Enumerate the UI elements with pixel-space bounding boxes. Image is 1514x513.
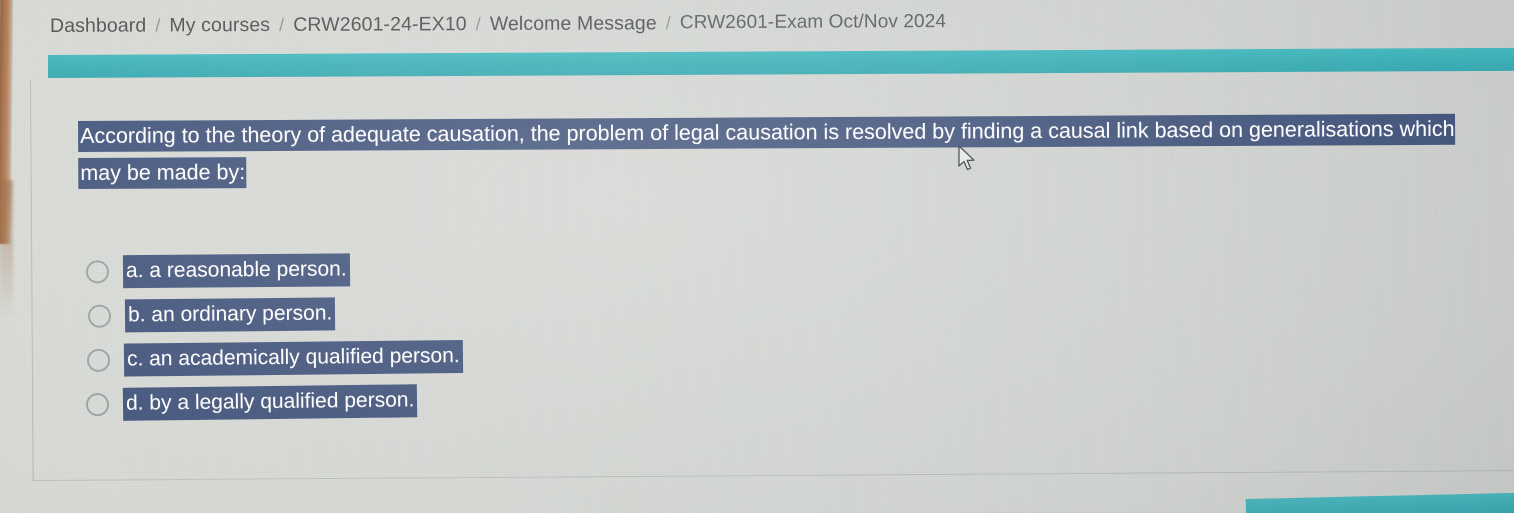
- teal-banner-strip-bottom: [1245, 492, 1514, 513]
- answer-option-a-label: a. a reasonable person.: [122, 252, 350, 288]
- quiz-screen-photo: Dashboard / My courses / CRW2601-24-EX10…: [0, 0, 1514, 513]
- answer-options-group: a. a reasonable person. b. an ordinary p…: [85, 247, 463, 427]
- radio-button-d[interactable]: [85, 392, 110, 416]
- answer-option-d[interactable]: d. by a legally qualified person.: [85, 378, 463, 427]
- answer-option-a[interactable]: a. a reasonable person.: [85, 247, 463, 294]
- radio-button-b[interactable]: [87, 304, 112, 328]
- answer-option-c-label: c. an academically qualified person.: [123, 339, 463, 377]
- breadcrumb-item-my-courses[interactable]: My courses: [169, 13, 270, 36]
- answer-option-c[interactable]: c. an academically qualified person.: [86, 334, 463, 382]
- breadcrumb-item-exam[interactable]: CRW2601-Exam Oct/Nov 2024: [680, 11, 946, 34]
- question-text: According to the theory of adequate caus…: [78, 111, 1508, 192]
- breadcrumb-separator: /: [279, 14, 285, 35]
- breadcrumb-separator: /: [155, 14, 161, 35]
- answer-option-b-label: b. an ordinary person.: [124, 296, 336, 332]
- question-text-line1: According to the theory of adequate caus…: [78, 113, 1456, 152]
- breadcrumb-item-dashboard[interactable]: Dashboard: [50, 14, 146, 37]
- answer-option-d-label: d. by a legally qualified person.: [122, 383, 418, 421]
- breadcrumb-separator: /: [475, 13, 481, 34]
- radio-button-a[interactable]: [85, 259, 110, 283]
- breadcrumb: Dashboard / My courses / CRW2601-24-EX10…: [50, 6, 946, 42]
- breadcrumb-separator: /: [665, 12, 671, 33]
- question-text-line2: may be made by:: [78, 157, 247, 189]
- monitor-left-bezel-fade: [0, 180, 13, 320]
- breadcrumb-item-welcome-message[interactable]: Welcome Message: [490, 12, 657, 36]
- breadcrumb-item-course-code[interactable]: CRW2601-24-EX10: [293, 13, 467, 37]
- radio-button-c[interactable]: [86, 348, 111, 372]
- answer-option-b[interactable]: b. an ordinary person.: [87, 290, 463, 338]
